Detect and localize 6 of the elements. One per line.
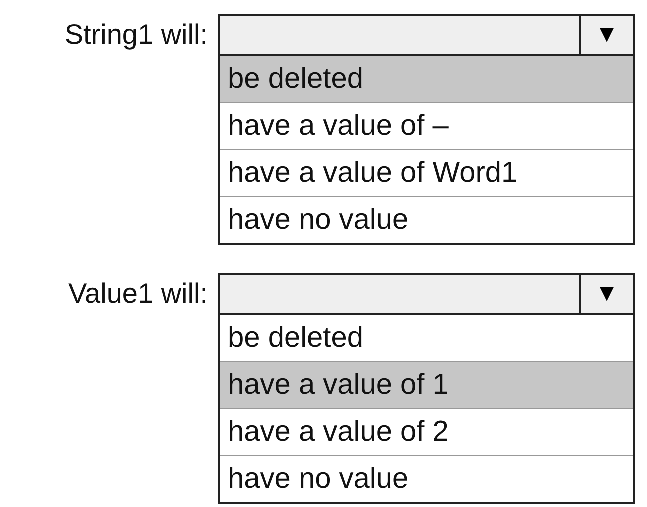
dropdown-field[interactable]: ▼ bbox=[218, 273, 635, 315]
dropdown-field[interactable]: ▼ bbox=[218, 14, 635, 56]
dropdown-label: Value1 will: bbox=[67, 277, 209, 311]
dropdown-label: String1 will: bbox=[64, 18, 209, 52]
dropdown-option[interactable]: be deleted bbox=[220, 56, 633, 102]
dropdown-option[interactable]: have a value of 1 bbox=[220, 361, 633, 408]
